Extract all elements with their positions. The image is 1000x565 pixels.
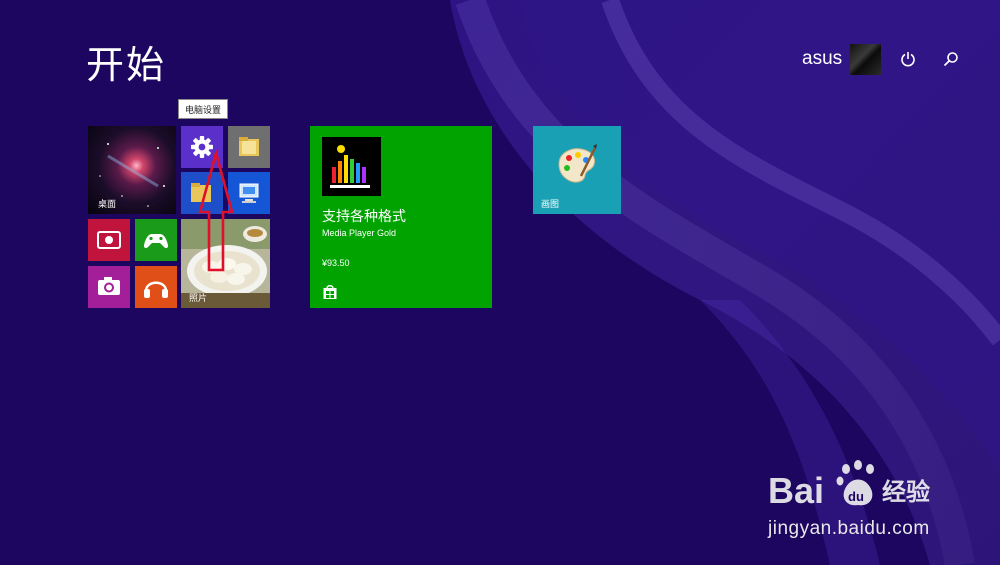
xbox-icon — [143, 234, 169, 249]
svg-text:经验: 经验 — [882, 478, 930, 506]
games-tile[interactable] — [135, 219, 177, 261]
store-app-name: Media Player Gold — [322, 228, 397, 238]
svg-text:du: du — [848, 489, 864, 504]
video-tile[interactable] — [88, 219, 130, 261]
camera-tile[interactable] — [88, 266, 130, 308]
user-name[interactable]: asus — [802, 48, 842, 70]
desktop-tile[interactable]: 桌面 — [88, 126, 176, 214]
equalizer-logo-icon — [330, 145, 370, 188]
power-icon — [901, 52, 915, 67]
camera-icon — [98, 277, 120, 295]
power-button[interactable] — [895, 46, 921, 72]
annotation-arrow — [198, 150, 234, 272]
paint-tile[interactable]: 画图 — [533, 126, 621, 214]
search-button[interactable] — [938, 46, 964, 72]
store-icon — [323, 285, 337, 299]
desktop-tile-label: 桌面 — [98, 200, 117, 210]
photos-tile-label: 照片 — [189, 294, 208, 304]
app-logo — [322, 137, 381, 196]
headphones-icon — [144, 281, 168, 298]
store-app-title: 支持各种格式 — [322, 209, 406, 225]
svg-text:Bai: Bai — [768, 470, 824, 511]
baidu-watermark-url: jingyan.baidu.com — [768, 518, 930, 539]
paint-tile-label: 画图 — [541, 200, 560, 210]
music-tile[interactable] — [135, 266, 177, 308]
media-player-tile[interactable]: 支持各种格式 Media Player Gold ¥93.50 — [310, 126, 492, 308]
user-avatar[interactable] — [850, 44, 881, 75]
baidu-watermark-logo: Bai du 经验 — [768, 460, 930, 511]
search-icon — [943, 52, 958, 67]
page-title: 开始 — [86, 43, 167, 87]
video-icon — [97, 231, 121, 249]
settings-tooltip: 电脑设置 — [178, 99, 228, 119]
store-app-price: ¥93.50 — [322, 258, 350, 268]
